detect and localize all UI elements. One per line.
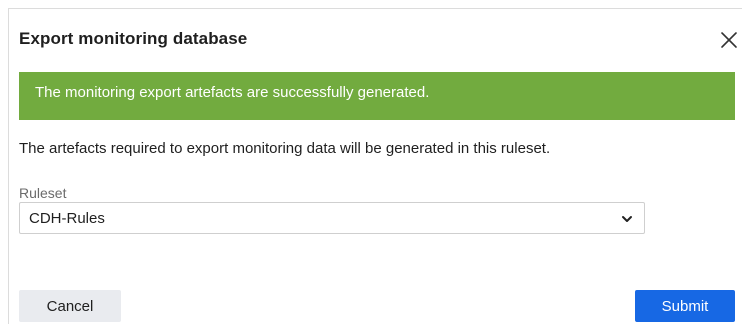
- ruleset-label: Ruleset: [19, 185, 67, 201]
- cancel-button[interactable]: Cancel: [19, 290, 121, 322]
- description-text: The artefacts required to export monitor…: [19, 140, 551, 157]
- export-monitoring-dialog: Export monitoring database The monitorin…: [8, 8, 742, 324]
- success-message: The monitoring export artefacts are succ…: [35, 83, 430, 101]
- chevron-down-icon: [622, 216, 632, 222]
- submit-button[interactable]: Submit: [635, 290, 735, 322]
- ruleset-selected-value: CDH-Rules: [29, 209, 105, 227]
- success-banner: The monitoring export artefacts are succ…: [19, 72, 735, 120]
- ruleset-select[interactable]: CDH-Rules: [19, 202, 645, 234]
- close-button[interactable]: [718, 29, 740, 51]
- dialog-title: Export monitoring database: [19, 29, 248, 48]
- close-icon: [721, 32, 737, 48]
